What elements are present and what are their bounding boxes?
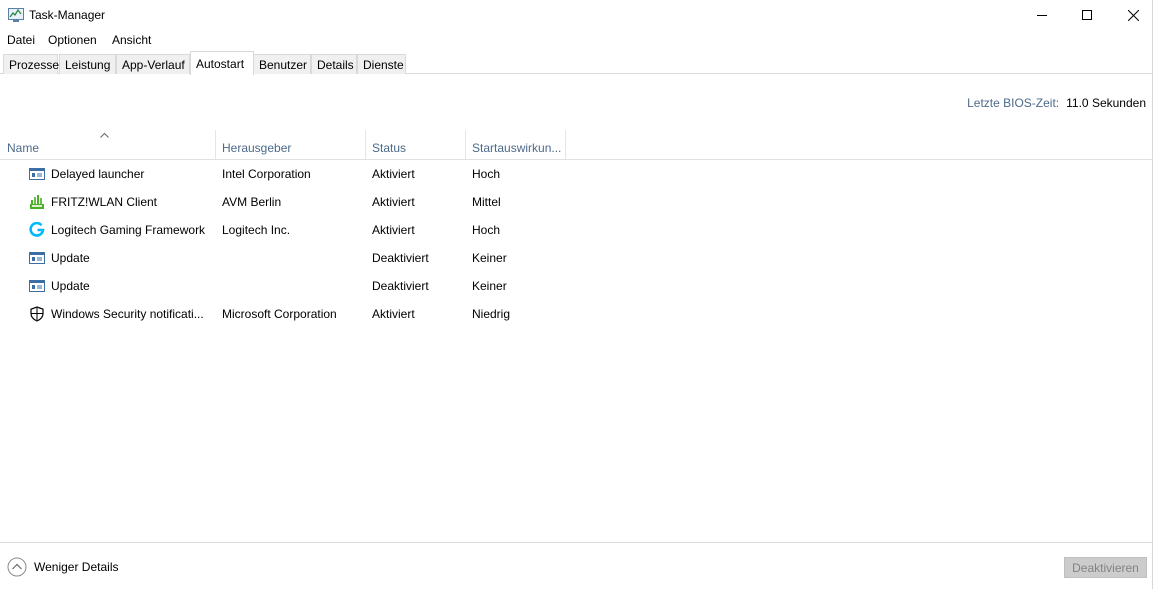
row-publisher: Intel Corporation bbox=[222, 167, 311, 181]
column-header-status[interactable]: Status bbox=[366, 130, 466, 159]
bios-time: Letzte BIOS-Zeit: 11.0 Sekunden bbox=[967, 96, 1146, 110]
bios-time-value: 11.0 Sekunden bbox=[1066, 96, 1146, 110]
table-row[interactable]: Update Deaktiviert Keiner bbox=[0, 244, 1153, 272]
tab-dienste[interactable]: Dienste bbox=[357, 54, 406, 74]
tab-app-verlauf[interactable]: App-Verlauf bbox=[116, 54, 190, 74]
title-bar[interactable]: Task-Manager bbox=[0, 0, 1153, 30]
menu-bar: Datei Optionen Ansicht bbox=[0, 30, 1153, 50]
window-app-icon bbox=[29, 252, 45, 264]
less-details-label: Weniger Details bbox=[34, 560, 119, 574]
shield-icon bbox=[30, 306, 44, 322]
row-status: Aktiviert bbox=[372, 307, 415, 321]
table-row[interactable]: Logitech Gaming Framework Logitech Inc. … bbox=[0, 216, 1153, 244]
menu-ansicht[interactable]: Ansicht bbox=[112, 33, 151, 47]
table-header: Name Herausgeber Status Startauswirkun..… bbox=[0, 130, 1153, 160]
close-icon bbox=[1127, 9, 1139, 21]
table-row[interactable]: Delayed launcher Intel Corporation Aktiv… bbox=[0, 160, 1153, 188]
column-header-name[interactable]: Name bbox=[1, 130, 216, 159]
row-status: Deaktiviert bbox=[372, 279, 429, 293]
row-publisher: AVM Berlin bbox=[222, 195, 282, 209]
window-title: Task-Manager bbox=[29, 8, 106, 22]
row-name: Update bbox=[51, 279, 90, 293]
footer-bar: Weniger Details Deaktivieren bbox=[0, 542, 1153, 589]
deactivate-button[interactable]: Deaktivieren bbox=[1064, 557, 1147, 578]
maximize-icon bbox=[1082, 10, 1092, 20]
row-impact: Hoch bbox=[472, 223, 501, 237]
tab-benutzer[interactable]: Benutzer bbox=[253, 54, 311, 74]
column-header-impact[interactable]: Startauswirkun... bbox=[466, 130, 566, 159]
window-app-icon bbox=[29, 168, 45, 180]
tab-autostart[interactable]: Autostart bbox=[190, 51, 254, 75]
row-impact: Hoch bbox=[472, 167, 501, 181]
row-impact: Keiner bbox=[472, 251, 507, 265]
chevron-up-circle-icon bbox=[7, 557, 27, 577]
bios-time-label: Letzte BIOS-Zeit: bbox=[967, 96, 1060, 110]
minimize-icon bbox=[1037, 15, 1047, 16]
task-manager-icon bbox=[8, 8, 24, 22]
column-header-publisher[interactable]: Herausgeber bbox=[216, 130, 366, 159]
row-impact: Mittel bbox=[472, 195, 501, 209]
table-row[interactable]: Windows Security notificati... Microsoft… bbox=[0, 300, 1153, 328]
row-name: FRITZ!WLAN Client bbox=[51, 195, 158, 209]
row-status: Aktiviert bbox=[372, 223, 415, 237]
row-name: Delayed launcher bbox=[51, 167, 145, 181]
tab-leistung[interactable]: Leistung bbox=[59, 54, 116, 74]
row-status: Aktiviert bbox=[372, 195, 415, 209]
maximize-button[interactable] bbox=[1064, 0, 1110, 30]
row-name: Logitech Gaming Framework bbox=[51, 223, 206, 237]
tab-bar: Prozesse Leistung App-Verlauf Autostart … bbox=[0, 50, 1153, 75]
row-name: Update bbox=[51, 251, 90, 265]
menu-optionen[interactable]: Optionen bbox=[48, 33, 97, 47]
row-impact: Niedrig bbox=[472, 307, 511, 321]
row-publisher: Logitech Inc. bbox=[222, 223, 291, 237]
table-row[interactable]: FRITZ!WLAN Client AVM Berlin Aktiviert M… bbox=[0, 188, 1153, 216]
row-status: Aktiviert bbox=[372, 167, 415, 181]
window-app-icon bbox=[29, 280, 45, 292]
row-impact: Keiner bbox=[472, 279, 507, 293]
table-row[interactable]: Update Deaktiviert Keiner bbox=[0, 272, 1153, 300]
close-button[interactable] bbox=[1110, 0, 1153, 30]
tab-prozesse[interactable]: Prozesse bbox=[3, 54, 59, 74]
menu-datei[interactable]: Datei bbox=[7, 33, 35, 47]
row-publisher: Microsoft Corporation bbox=[222, 307, 337, 321]
logitech-g-icon bbox=[29, 222, 45, 237]
tab-details[interactable]: Details bbox=[311, 54, 357, 74]
task-manager-window: Task-Manager Datei Optionen Ansicht Proz… bbox=[0, 0, 1153, 589]
row-status: Deaktiviert bbox=[372, 251, 429, 265]
less-details-button[interactable]: Weniger Details bbox=[7, 557, 118, 577]
fritz-wlan-icon bbox=[30, 195, 44, 209]
row-name: Windows Security notificati... bbox=[51, 307, 204, 321]
minimize-button[interactable] bbox=[1019, 0, 1065, 30]
